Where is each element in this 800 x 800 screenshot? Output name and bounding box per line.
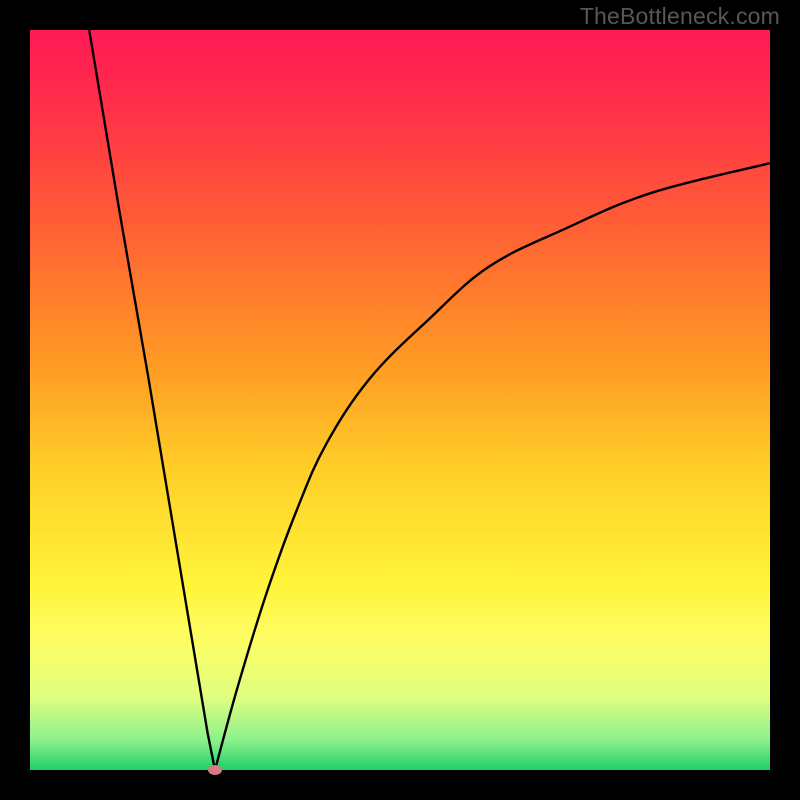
bottleneck-curve <box>30 30 770 770</box>
curve-path <box>89 30 770 770</box>
plot-area <box>30 30 770 770</box>
minimum-marker-icon <box>208 765 222 775</box>
watermark-text: TheBottleneck.com <box>580 3 780 30</box>
chart-frame: TheBottleneck.com <box>0 0 800 800</box>
